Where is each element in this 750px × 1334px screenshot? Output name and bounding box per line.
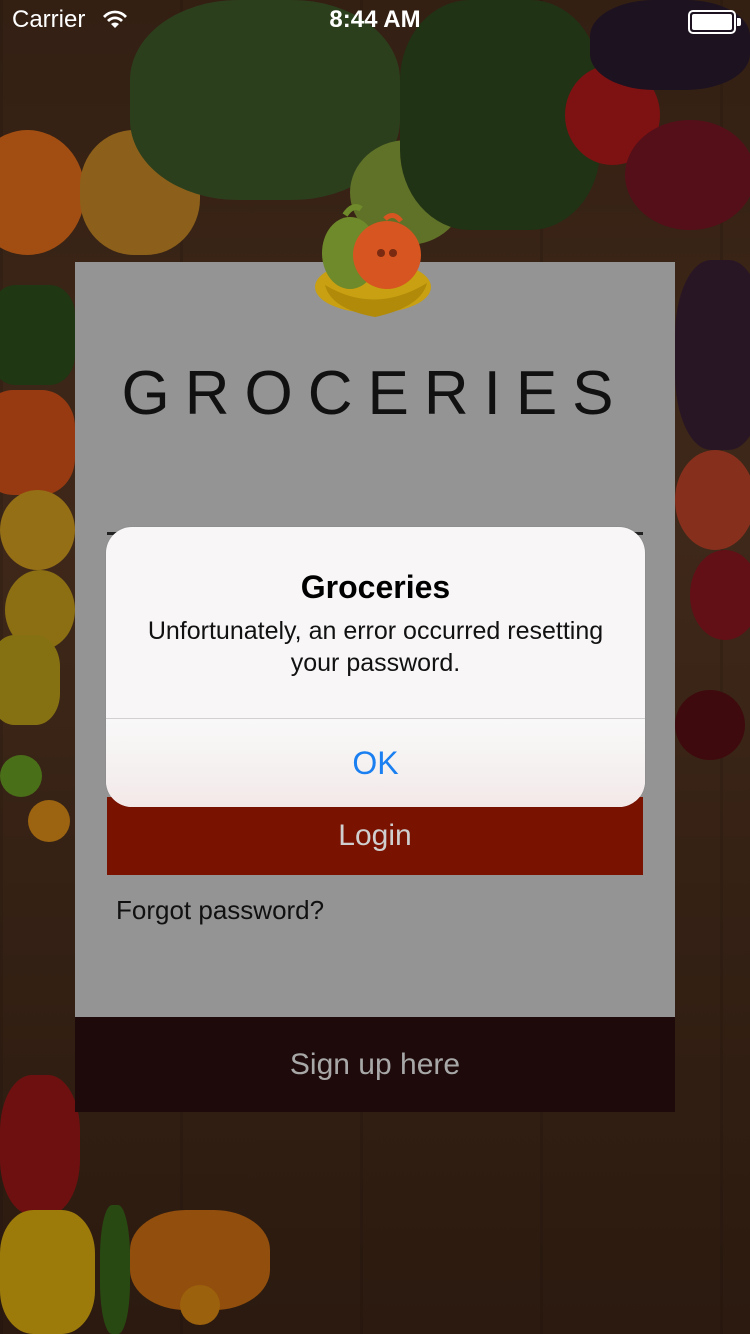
groceries-logo-icon xyxy=(305,195,445,330)
forgot-password-link[interactable]: Forgot password? xyxy=(116,895,324,926)
ok-button[interactable]: OK xyxy=(106,719,645,807)
alert-title: Groceries xyxy=(300,569,451,605)
clock: 8:44 AM xyxy=(329,6,421,33)
alert-message: Unfortunately, an error occurred resetti… xyxy=(147,617,604,677)
login-button[interactable]: Login xyxy=(107,797,643,875)
error-alert-dialog: Groceries Unfortunately, an error occurr… xyxy=(106,527,645,807)
signup-button[interactable]: Sign up here xyxy=(75,1017,675,1112)
app-title: GROCERIES xyxy=(121,359,629,428)
status-bar: Carrier 8:44 AM xyxy=(0,0,750,40)
battery-icon xyxy=(688,10,741,34)
